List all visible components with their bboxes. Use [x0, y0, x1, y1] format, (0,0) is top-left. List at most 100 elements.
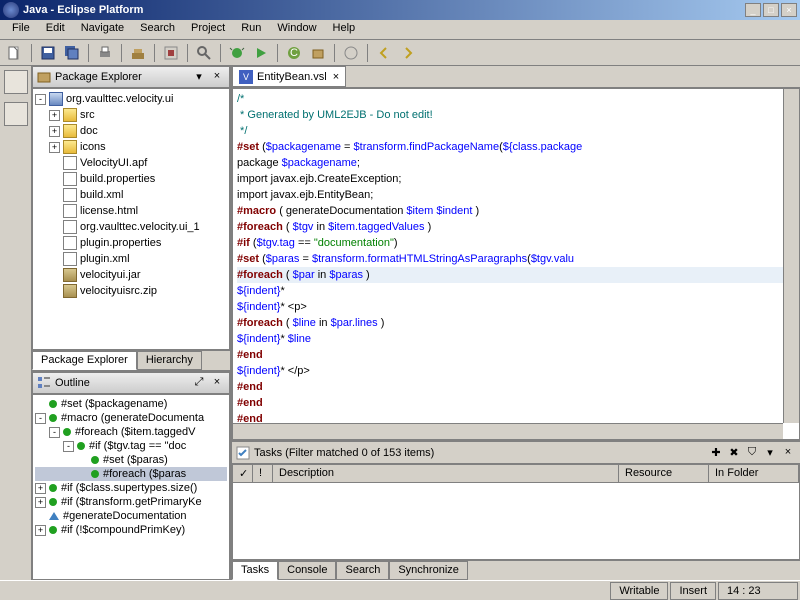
- code-line: * Generated by UML2EJB - Do not edit!: [237, 107, 795, 123]
- outline-label: #if ($tgv.tag == "doc: [89, 440, 186, 452]
- new-button[interactable]: [4, 42, 26, 64]
- new-package-button[interactable]: [307, 42, 329, 64]
- tree-item[interactable]: +doc: [35, 123, 227, 139]
- directive-icon: [91, 456, 99, 464]
- tree-item[interactable]: build.xml: [35, 187, 227, 203]
- menu-help[interactable]: Help: [325, 20, 364, 39]
- outline-close-button[interactable]: ×: [209, 376, 225, 390]
- package-explorer-header: Package Explorer ▾ ×: [32, 66, 230, 88]
- view-tab-search[interactable]: Search: [336, 561, 389, 580]
- editor-scrollbar-vertical[interactable]: [783, 89, 799, 423]
- tasks-table[interactable]: ✓ ! Description Resource In Folder: [232, 464, 800, 560]
- debug-button[interactable]: [226, 42, 248, 64]
- tree-item[interactable]: build.properties: [35, 171, 227, 187]
- outline-item[interactable]: -#foreach ($item.taggedV: [35, 425, 227, 439]
- tasks-col-priority[interactable]: !: [253, 465, 273, 482]
- tree-toggle[interactable]: +: [35, 497, 46, 508]
- tasks-add-button[interactable]: ✚: [708, 446, 724, 460]
- tree-item[interactable]: +icons: [35, 139, 227, 155]
- outline-label: #if ($class.supertypes.size(): [61, 482, 197, 494]
- tree-item[interactable]: velocityui.jar: [35, 267, 227, 283]
- tree-toggle[interactable]: +: [49, 126, 60, 137]
- outline-item[interactable]: -#macro (generateDocumenta: [35, 411, 227, 425]
- directive-icon: [49, 484, 57, 492]
- close-button[interactable]: ×: [781, 3, 797, 17]
- open-type-button[interactable]: [340, 42, 362, 64]
- code-editor[interactable]: /* * Generated by UML2EJB - Do not edit!…: [232, 88, 800, 440]
- jar-icon: [63, 268, 77, 282]
- tree-toggle[interactable]: +: [35, 525, 46, 536]
- outline-tree[interactable]: #set ($packagename)-#macro (generateDocu…: [32, 394, 230, 580]
- view-tab-synchronize[interactable]: Synchronize: [389, 561, 468, 580]
- print-button[interactable]: [94, 42, 116, 64]
- outline-item[interactable]: #set ($packagename): [35, 397, 227, 411]
- tasks-filter-button[interactable]: ⛉: [744, 446, 760, 460]
- editor-scrollbar-horizontal[interactable]: [233, 423, 783, 439]
- file-icon: [63, 188, 77, 202]
- forward-button[interactable]: [397, 42, 419, 64]
- view-tab-tasks[interactable]: Tasks: [232, 561, 278, 580]
- view-tab-hierarchy[interactable]: Hierarchy: [137, 351, 202, 370]
- outline-item[interactable]: + #if ($class.supertypes.size(): [35, 481, 227, 495]
- tree-item[interactable]: org.vaulttec.velocity.ui_1: [35, 219, 227, 235]
- tasks-close-button[interactable]: ×: [780, 446, 796, 460]
- tree-label: velocityuisrc.zip: [80, 285, 157, 297]
- tree-toggle[interactable]: -: [35, 94, 46, 105]
- editor-tab-entitybean[interactable]: V EntityBean.vsl ×: [232, 66, 346, 87]
- editor-tab-close-button[interactable]: ×: [333, 71, 339, 83]
- run-button[interactable]: [250, 42, 272, 64]
- back-button[interactable]: [373, 42, 395, 64]
- menu-file[interactable]: File: [4, 20, 38, 39]
- file-icon: [63, 172, 77, 186]
- open-perspective-button[interactable]: [4, 70, 28, 94]
- menu-run[interactable]: Run: [233, 20, 269, 39]
- outline-header: Outline ⤢ ×: [32, 372, 230, 394]
- tasks-col-resource[interactable]: Resource: [619, 465, 709, 482]
- save-button[interactable]: [37, 42, 59, 64]
- outline-item[interactable]: #foreach ($paras: [35, 467, 227, 481]
- view-close-button[interactable]: ×: [209, 70, 225, 84]
- file-icon: [63, 204, 77, 218]
- tree-item[interactable]: VelocityUI.apf: [35, 155, 227, 171]
- tree-item[interactable]: velocityuisrc.zip: [35, 283, 227, 299]
- menu-project[interactable]: Project: [183, 20, 233, 39]
- tasks-col-folder[interactable]: In Folder: [709, 465, 799, 482]
- outline-item[interactable]: #generateDocumentation: [35, 509, 227, 523]
- outline-item[interactable]: +#if ($transform.getPrimaryKe: [35, 495, 227, 509]
- menu-edit[interactable]: Edit: [38, 20, 73, 39]
- tree-item[interactable]: plugin.properties: [35, 235, 227, 251]
- tree-toggle[interactable]: -: [35, 413, 46, 424]
- view-tab-console[interactable]: Console: [278, 561, 336, 580]
- tree-toggle[interactable]: -: [63, 441, 74, 452]
- outline-item[interactable]: - #if ($tgv.tag == "doc: [35, 439, 227, 453]
- tree-label: plugin.xml: [80, 253, 130, 265]
- tree-item[interactable]: +src: [35, 107, 227, 123]
- view-menu-button[interactable]: ▾: [191, 70, 207, 84]
- tasks-col-description[interactable]: Description: [273, 465, 619, 482]
- menu-search[interactable]: Search: [132, 20, 183, 39]
- tree-toggle[interactable]: +: [35, 483, 46, 494]
- external-tools-button[interactable]: [160, 42, 182, 64]
- package-explorer-tree[interactable]: -org.vaulttec.velocity.ui+src+doc+iconsV…: [32, 88, 230, 350]
- tree-item[interactable]: plugin.xml: [35, 251, 227, 267]
- tasks-menu-button[interactable]: ▾: [762, 446, 778, 460]
- tree-toggle[interactable]: +: [49, 110, 60, 121]
- menu-window[interactable]: Window: [269, 20, 324, 39]
- build-button[interactable]: [127, 42, 149, 64]
- view-tab-package-explorer[interactable]: Package Explorer: [32, 351, 137, 370]
- outline-sort-button[interactable]: ⤢: [191, 376, 207, 390]
- outline-item[interactable]: +#if (!$compoundPrimKey): [35, 523, 227, 537]
- menu-navigate[interactable]: Navigate: [73, 20, 132, 39]
- tree-toggle[interactable]: +: [49, 142, 60, 153]
- tree-toggle[interactable]: -: [49, 427, 60, 438]
- tasks-delete-button[interactable]: ✖: [726, 446, 742, 460]
- tasks-col-check[interactable]: ✓: [233, 465, 253, 482]
- save-all-button[interactable]: [61, 42, 83, 64]
- minimize-button[interactable]: _: [745, 3, 761, 17]
- search-button[interactable]: [193, 42, 215, 64]
- outline-item[interactable]: #set ($paras): [35, 453, 227, 467]
- tree-item[interactable]: license.html: [35, 203, 227, 219]
- maximize-button[interactable]: □: [763, 3, 779, 17]
- new-class-button[interactable]: C: [283, 42, 305, 64]
- java-perspective-button[interactable]: [4, 102, 28, 126]
